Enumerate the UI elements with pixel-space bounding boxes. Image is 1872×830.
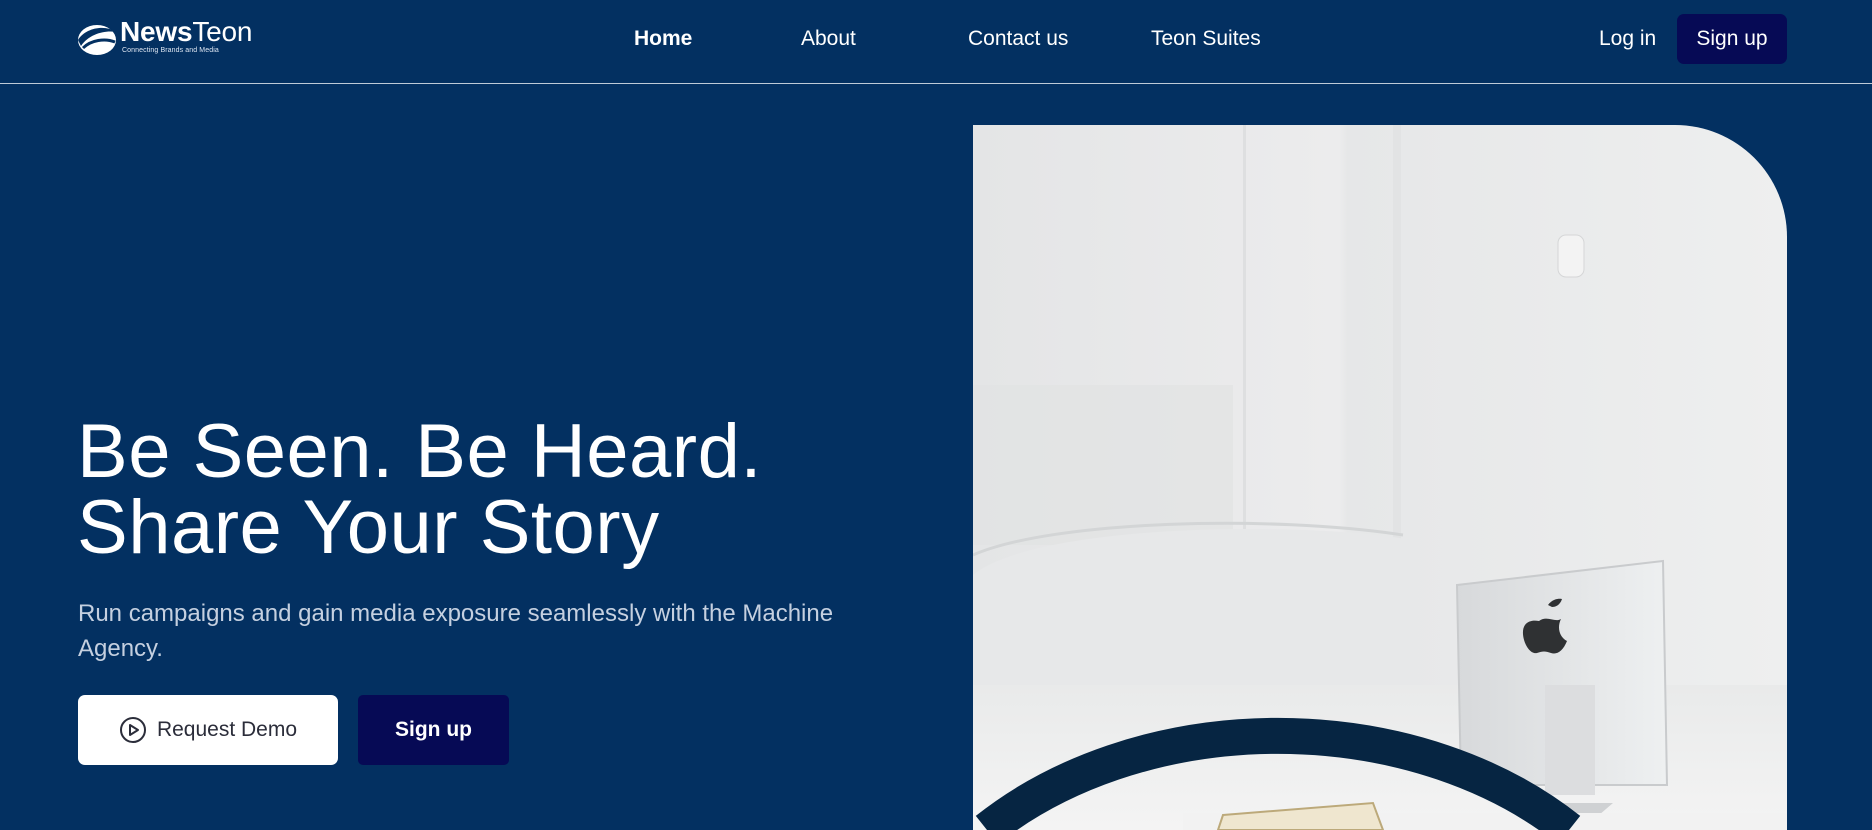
hero-subtitle: Run campaigns and gain media exposure se… — [78, 600, 834, 662]
nav-about[interactable]: About — [801, 27, 856, 51]
office-photo — [973, 125, 1787, 830]
logo-swoosh-icon — [78, 25, 116, 55]
login-link[interactable]: Log in — [1599, 27, 1656, 51]
nav-teon-suites[interactable]: Teon Suites — [1151, 27, 1261, 51]
hero-title: Be Seen. Be Heard. Share Your Story — [77, 414, 762, 566]
hero-signup-button[interactable]: Sign up — [358, 695, 509, 765]
request-demo-button[interactable]: Request Demo — [78, 695, 338, 765]
play-circle-icon — [119, 717, 146, 743]
logo-brand-bold: News — [120, 16, 193, 47]
header-signup-button[interactable]: Sign up — [1677, 14, 1787, 64]
hero-office-image — [973, 125, 1787, 830]
request-demo-label: Request Demo — [156, 718, 298, 741]
site-header: NewsTeon Connecting Brands and Media Hom… — [0, 0, 1872, 84]
nav-home[interactable]: Home — [634, 27, 692, 51]
hero-title-line-1: Be Seen. Be Heard. — [77, 409, 762, 494]
hero-title-line-2: Share Your Story — [77, 485, 660, 570]
nav-contact-us[interactable]: Contact us — [968, 27, 1068, 51]
newsteon-logo[interactable]: NewsTeon Connecting Brands and Media — [77, 18, 252, 58]
logo-tagline: Connecting Brands and Media — [122, 47, 219, 54]
logo-brand-light: Teon — [192, 16, 253, 47]
